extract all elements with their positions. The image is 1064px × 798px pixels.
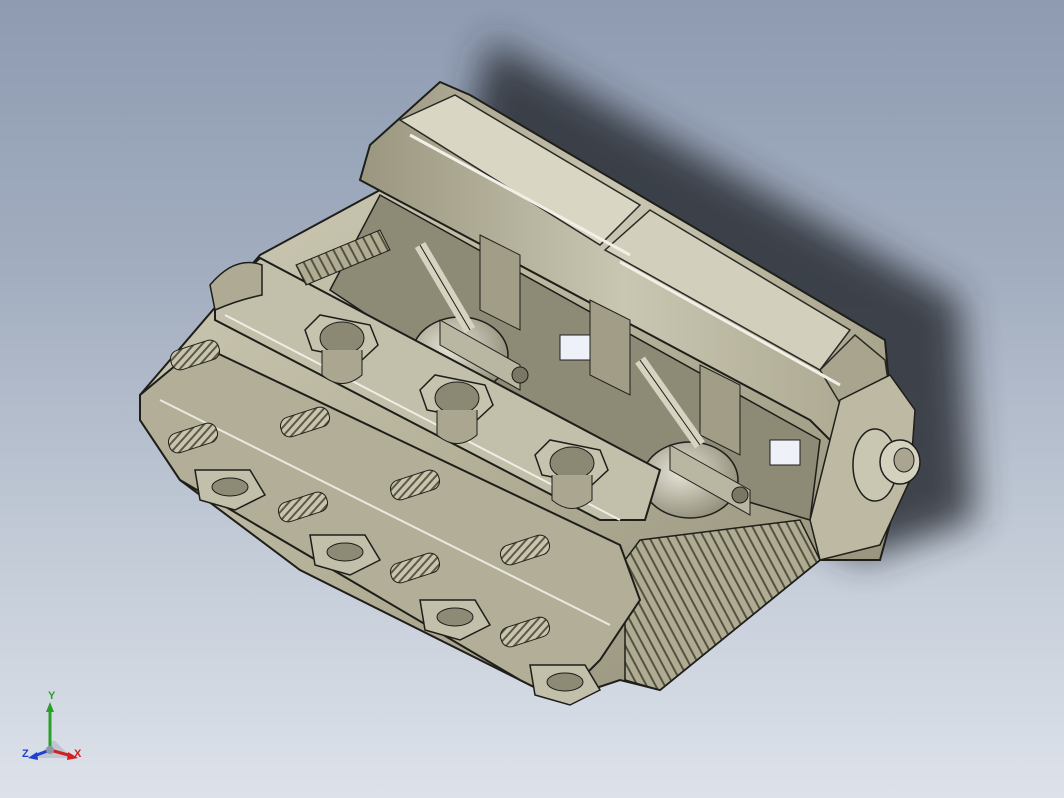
triad-y-label: Y — [48, 690, 56, 702]
triad-z-label: Z — [22, 748, 29, 760]
cooling-fins — [624, 519, 821, 691]
engine-model[interactable] — [0, 0, 1064, 798]
graphics-viewport[interactable]: Y X Z — [0, 0, 1064, 798]
triad-axes-icon — [28, 702, 78, 760]
reference-triad: Y X Z — [14, 690, 94, 780]
triad-x-label: X — [74, 748, 82, 760]
